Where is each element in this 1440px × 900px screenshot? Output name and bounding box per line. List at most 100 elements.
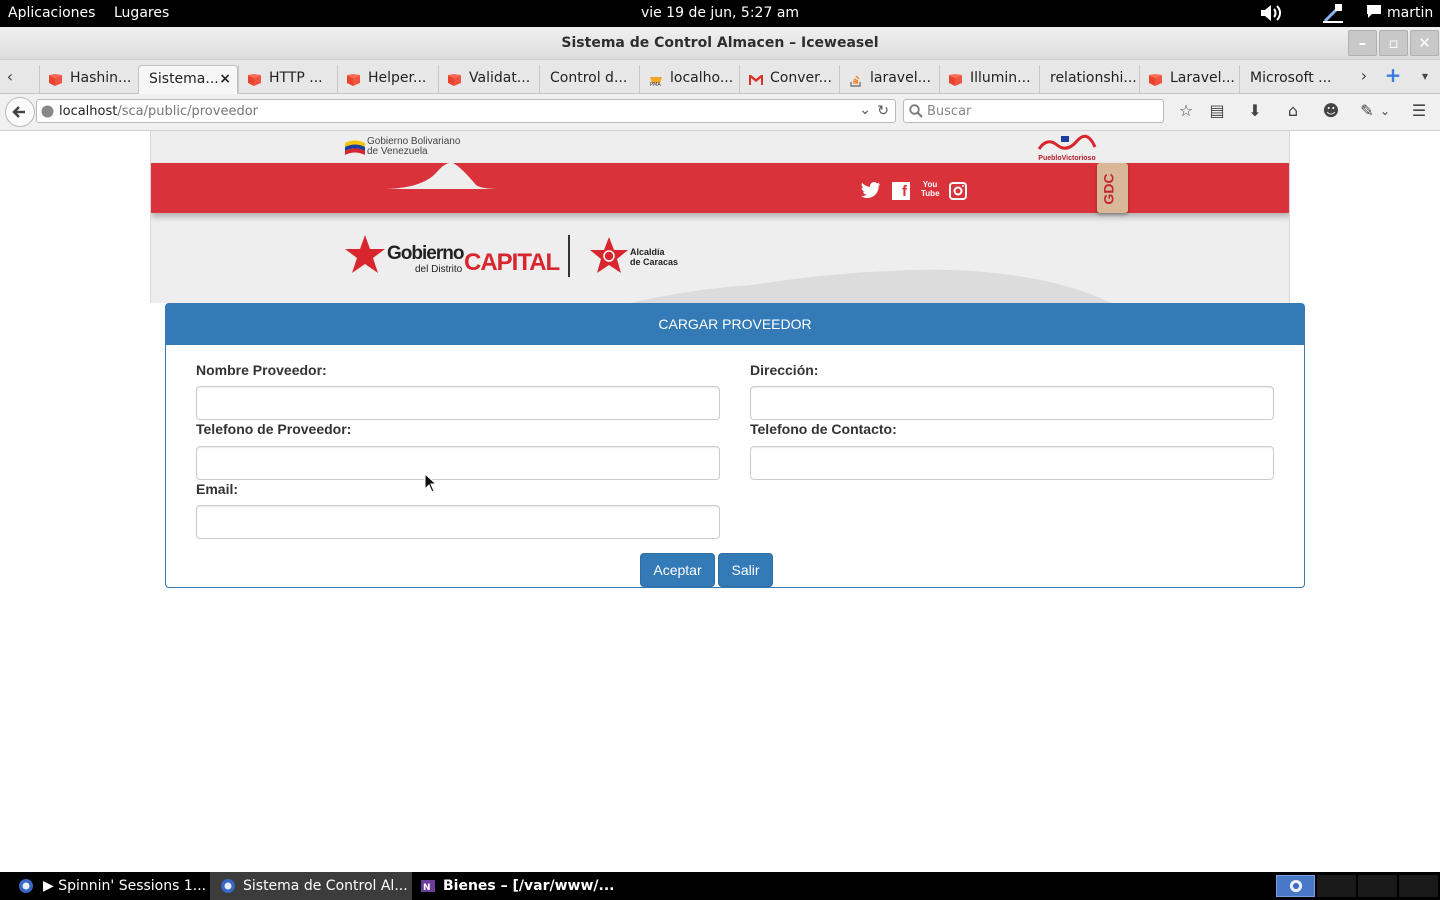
tab-label: Illumin... [970, 70, 1031, 86]
tab-4[interactable]: Helper... [337, 65, 438, 94]
hills-silhouette [631, 269, 1111, 303]
applications-menu[interactable]: Aplicaciones [8, 5, 95, 21]
minimize-button[interactable]: – [1348, 30, 1377, 56]
email-label: Email: [196, 481, 239, 497]
capital-text: CAPITAL [464, 249, 560, 276]
taskbar: ▶ Spinnin' Sessions 1... Sistema de Cont… [0, 872, 1440, 900]
pma-favicon-icon: PMA [650, 77, 662, 87]
laravel-favicon-icon [949, 74, 962, 86]
tab-3[interactable]: HTTP ... [238, 65, 337, 94]
tab-label: Microsoft ... [1250, 70, 1332, 86]
reading-list-icon[interactable]: ▤ [1207, 102, 1227, 120]
menu-hamburger-icon[interactable]: ☰ [1409, 102, 1429, 120]
mouse-cursor-icon [424, 473, 438, 493]
tab-label: localho... [670, 70, 734, 86]
task-sistema-control[interactable]: Sistema de Control Al... [210, 872, 412, 900]
svg-text:N: N [423, 883, 431, 893]
new-tab-icon[interactable]: + [1383, 65, 1403, 85]
laravel-favicon-icon [49, 74, 62, 86]
window-title-bar: Sistema de Control Almacen – Iceweasel –… [0, 27, 1440, 60]
tabs-scroll-right-icon[interactable]: › [1354, 67, 1374, 85]
task-spinnin-sessions[interactable]: ▶ Spinnin' Sessions 1... [0, 872, 210, 900]
tab-5[interactable]: Validat... [438, 65, 539, 94]
telefono-contacto-label: Telefono de Contacto: [750, 421, 897, 437]
addon-dropdown-icon[interactable]: ⌄ [1375, 102, 1395, 120]
tabs-scroll-left-icon[interactable]: ‹ [0, 68, 20, 86]
back-button[interactable] [5, 97, 35, 127]
tab-9[interactable]: laravel... [839, 65, 939, 94]
tab-10[interactable]: Illumin... [939, 65, 1039, 94]
url-host: localhost [59, 104, 118, 119]
mountain-silhouette [381, 155, 501, 189]
iceweasel-icon [221, 879, 235, 893]
addon-icon[interactable]: ✎ [1357, 102, 1377, 120]
reload-icon[interactable]: ↻ [877, 103, 889, 119]
panel-heading: CARGAR PROVEEDOR [166, 304, 1304, 345]
chat-toolbar-icon[interactable]: ☻ [1321, 102, 1341, 120]
instagram-icon[interactable] [949, 182, 967, 200]
stackoverflow-favicon-icon [850, 75, 861, 87]
globe-icon [41, 105, 54, 118]
tab-label: Sistema... [149, 71, 219, 87]
alcaldia-star-icon [590, 237, 628, 273]
tab-label: Validat... [469, 70, 531, 86]
iceweasel-icon [1289, 879, 1303, 893]
email-input[interactable] [196, 505, 720, 539]
direccion-input[interactable] [750, 386, 1274, 420]
tab-label: HTTP ... [269, 70, 323, 86]
tab-11[interactable]: relationshi... [1039, 65, 1139, 94]
tab-label: Hashin... [70, 70, 132, 86]
workspace-2[interactable] [1317, 875, 1356, 897]
tab-6[interactable]: Control d... [539, 65, 639, 94]
tab-1[interactable]: Hashin... [39, 65, 138, 94]
workspace-4[interactable] [1399, 875, 1438, 897]
tab-13[interactable]: Microsoft ... [1239, 65, 1354, 94]
facebook-icon[interactable]: f [892, 182, 910, 200]
telefono-contacto-input[interactable] [750, 446, 1274, 480]
svg-text:PMA: PMA [650, 82, 661, 87]
del-distrito-text: del Distrito [415, 264, 463, 275]
tab-list-icon[interactable]: ▾ [1415, 67, 1435, 85]
bookmark-star-icon[interactable]: ☆ [1176, 102, 1196, 120]
direccion-label: Dirección: [750, 362, 819, 378]
workspace-3[interactable] [1358, 875, 1397, 897]
salir-button[interactable]: Salir [718, 553, 773, 587]
tab-label: Helper... [368, 70, 427, 86]
search-field[interactable]: Buscar [903, 99, 1164, 123]
workspace-1[interactable] [1276, 875, 1315, 897]
volume-icon[interactable] [1259, 3, 1283, 23]
tab-7[interactable]: PMA localho... [639, 65, 739, 94]
red-star-icon [345, 235, 385, 273]
tab-label: relationshi... [1050, 70, 1137, 86]
url-bar[interactable]: localhost/sca/public/proveedor ⌄ ↻ [36, 99, 896, 123]
task-bienes[interactable]: N Bienes – [/var/www/... [412, 872, 632, 900]
chat-icon[interactable] [1366, 3, 1382, 19]
nombre-proveedor-input[interactable] [196, 386, 720, 420]
twitter-icon[interactable] [861, 181, 881, 199]
tab-12[interactable]: Laravel... [1139, 65, 1239, 94]
tab-label: laravel... [870, 70, 931, 86]
url-dropdown-icon[interactable]: ⌄ [859, 102, 871, 118]
user-menu[interactable]: martin [1387, 5, 1433, 21]
places-menu[interactable]: Lugares [114, 5, 169, 21]
accessibility-icon[interactable] [1322, 3, 1344, 23]
ide-icon: N [421, 880, 435, 893]
tab-2[interactable]: Sistema... × [138, 65, 238, 94]
system-clock[interactable]: vie 19 de jun, 5:27 am [0, 5, 1440, 21]
tab-label: Laravel... [1170, 70, 1235, 86]
close-window-button[interactable]: ✕ [1410, 30, 1439, 56]
pueblo-victorioso-logo: PuebloVictorioso [1037, 133, 1097, 162]
logo-divider [568, 235, 570, 277]
downloads-icon[interactable]: ⬇ [1245, 102, 1265, 120]
home-icon[interactable]: ⌂ [1283, 102, 1303, 120]
gmail-favicon-icon [749, 75, 763, 85]
tab-8[interactable]: Conver... [739, 65, 839, 94]
laravel-favicon-icon [248, 74, 261, 86]
youtube-icon[interactable]: You Tube [921, 180, 940, 200]
laravel-favicon-icon [448, 74, 461, 86]
maximize-button[interactable]: ▫ [1379, 30, 1408, 56]
aceptar-button[interactable]: Aceptar [640, 553, 715, 587]
close-tab-icon[interactable]: × [219, 71, 231, 87]
telefono-proveedor-input[interactable] [196, 446, 720, 480]
tab-bar: ‹ Hashin... Sistema... × HTTP ... Helper... V… [0, 60, 1440, 94]
